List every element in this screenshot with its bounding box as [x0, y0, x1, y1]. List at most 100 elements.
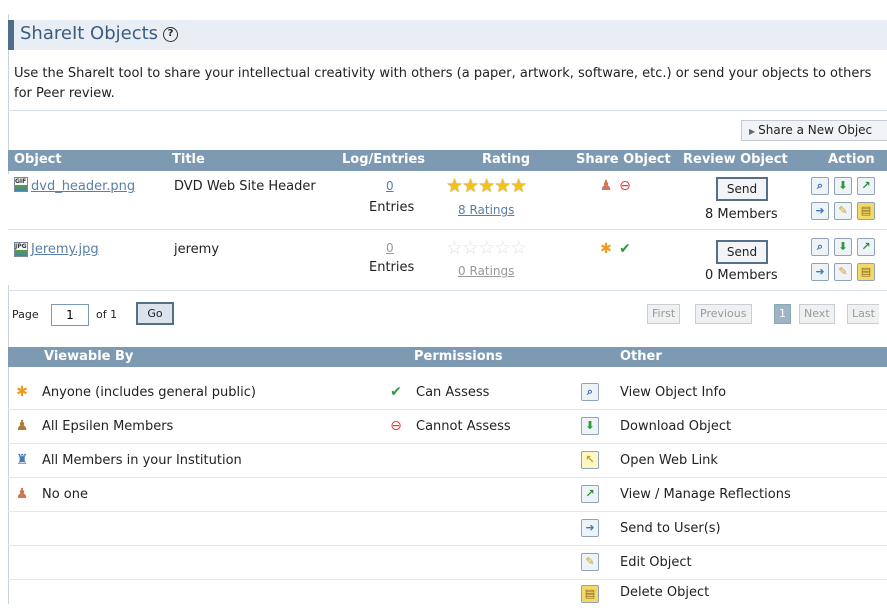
- triangle-right-icon: ▶: [749, 127, 756, 136]
- other-delete-object: Delete Object: [620, 585, 710, 600]
- share-new-object-label: Share a New Objec: [758, 123, 873, 137]
- page-header: ShareIt Objects?: [8, 20, 887, 50]
- legend-col-viewable: Viewable By: [44, 349, 134, 364]
- object-file-link[interactable]: Jeremy.jpg: [31, 242, 99, 257]
- people-icon: ♟: [15, 418, 29, 434]
- page-title-text: ShareIt Objects: [20, 23, 159, 44]
- check-icon: ✔: [619, 241, 631, 257]
- object-file-link[interactable]: dvd_header.png: [31, 179, 135, 194]
- table-row: GIF dvd_header.png DVD Web Site Header 0…: [8, 174, 887, 229]
- divider: [8, 110, 887, 111]
- send-review-button[interactable]: Send: [716, 177, 768, 201]
- delete-bin-icon: ▤: [581, 585, 599, 603]
- col-log-entries[interactable]: Log/Entries: [342, 152, 425, 167]
- asterisk-icon: ✱: [16, 384, 28, 400]
- download-icon[interactable]: ⬇: [834, 177, 852, 195]
- divider: [8, 290, 887, 291]
- file-jpg-icon: JPG: [14, 242, 28, 257]
- entries-label: Entries: [369, 260, 415, 275]
- blocked-person-icon: ♟: [599, 178, 613, 194]
- delete-bin-icon[interactable]: ▤: [857, 263, 875, 281]
- send-to-user-icon: ➜: [581, 519, 599, 537]
- current-page-button[interactable]: 1: [774, 304, 791, 324]
- legend-row: ♜ All Members in your Institution ↖ Open…: [8, 444, 887, 478]
- go-button[interactable]: Go: [136, 302, 174, 325]
- other-open-web-link: Open Web Link: [620, 453, 718, 468]
- members-count: 8 Members: [705, 207, 778, 222]
- col-share-object: Share Object: [576, 152, 671, 167]
- objects-table-header: Object Title Log/Entries Rating Share Ob…: [8, 150, 887, 171]
- legend-row: ♟ No one ↗ View / Manage Reflections: [8, 478, 887, 512]
- table-row: JPG Jeremy.jpg jeremy 0 Entries ☆☆☆☆☆ 0 …: [8, 230, 887, 285]
- download-icon[interactable]: ⬇: [834, 238, 852, 256]
- intro-text: Use the ShareIt tool to share your intel…: [14, 66, 872, 101]
- last-page-button[interactable]: Last: [847, 304, 879, 324]
- col-object[interactable]: Object: [14, 152, 62, 167]
- col-review-object: Review Object: [683, 152, 788, 167]
- previous-page-button[interactable]: Previous: [695, 304, 752, 324]
- other-reflections: View / Manage Reflections: [620, 487, 791, 502]
- other-edit-object: Edit Object: [620, 555, 692, 570]
- reflections-icon[interactable]: ↗: [857, 238, 875, 256]
- reflections-icon[interactable]: ↗: [857, 177, 875, 195]
- legend-row: ♟ All Epsilen Members ⊖ Cannot Assess ⬇ …: [8, 410, 887, 444]
- of-pages-label: of 1: [96, 308, 118, 321]
- send-review-button[interactable]: Send: [716, 240, 768, 264]
- other-send-to-users: Send to User(s): [620, 521, 721, 536]
- members-count: 0 Members: [705, 268, 778, 283]
- legend-col-other: Other: [620, 349, 662, 364]
- file-gif-icon: GIF: [14, 177, 28, 192]
- stop-icon: ⊖: [390, 418, 402, 434]
- file-type-label: GIF: [15, 178, 27, 185]
- view-info-icon[interactable]: ⌕: [811, 177, 829, 195]
- entries-label: Entries: [369, 200, 415, 215]
- log-count-link[interactable]: 0: [386, 241, 394, 255]
- permission-cannot-assess: Cannot Assess: [416, 419, 511, 434]
- viewable-anyone: Anyone (includes general public): [42, 385, 256, 400]
- permission-can-assess: Can Assess: [416, 385, 490, 400]
- legend-col-permissions: Permissions: [414, 349, 503, 364]
- building-people-icon: ♜: [15, 452, 29, 468]
- other-view-info: View Object Info: [620, 385, 727, 400]
- legend-row: ✱ Anyone (includes general public) ✔ Can…: [8, 376, 887, 410]
- page-label: Page: [12, 308, 39, 321]
- view-info-icon[interactable]: ⌕: [811, 238, 829, 256]
- first-page-button[interactable]: First: [647, 304, 681, 324]
- check-icon: ✔: [390, 384, 402, 400]
- delete-bin-icon[interactable]: ▤: [857, 202, 875, 220]
- col-rating[interactable]: Rating: [482, 152, 530, 167]
- send-to-user-icon[interactable]: ➜: [811, 263, 829, 281]
- view-info-icon: ⌕: [581, 383, 599, 401]
- rating-stars[interactable]: ☆☆☆☆☆: [446, 239, 527, 258]
- legend-row: ▤ Delete Object: [8, 580, 887, 614]
- col-action: Action: [828, 152, 875, 167]
- legend-row: ➜ Send to User(s): [8, 512, 887, 546]
- share-new-object-button[interactable]: ▶ Share a New Objec: [741, 120, 887, 141]
- rating-stars[interactable]: ★★★★★: [446, 177, 527, 196]
- stop-icon: ⊖: [619, 178, 631, 194]
- viewable-no-one: No one: [42, 487, 89, 502]
- file-type-label: JPG: [15, 243, 27, 250]
- viewable-epsilen-members: All Epsilen Members: [42, 419, 174, 434]
- page-number-input[interactable]: [51, 304, 89, 326]
- cursor-link-icon: ↖: [581, 451, 599, 469]
- reflections-icon: ↗: [581, 485, 599, 503]
- next-page-button[interactable]: Next: [799, 304, 835, 324]
- help-icon[interactable]: ?: [163, 26, 179, 42]
- legend-row: ✎ Edit Object: [8, 546, 887, 580]
- ratings-link[interactable]: 0 Ratings: [458, 264, 514, 278]
- send-to-user-icon[interactable]: ➜: [811, 202, 829, 220]
- blocked-person-icon: ♟: [15, 486, 29, 502]
- object-title: DVD Web Site Header: [174, 179, 316, 194]
- edit-pencil-icon: ✎: [581, 553, 599, 571]
- asterisk-icon: ✱: [600, 241, 612, 257]
- object-title: jeremy: [174, 242, 220, 257]
- ratings-link[interactable]: 8 Ratings: [458, 203, 514, 217]
- viewable-institution: All Members in your Institution: [42, 453, 242, 468]
- download-icon: ⬇: [581, 417, 599, 435]
- log-count-link[interactable]: 0: [386, 179, 394, 193]
- other-download: Download Object: [620, 419, 732, 434]
- col-title[interactable]: Title: [172, 152, 205, 167]
- edit-pencil-icon[interactable]: ✎: [834, 263, 852, 281]
- edit-pencil-icon[interactable]: ✎: [834, 202, 852, 220]
